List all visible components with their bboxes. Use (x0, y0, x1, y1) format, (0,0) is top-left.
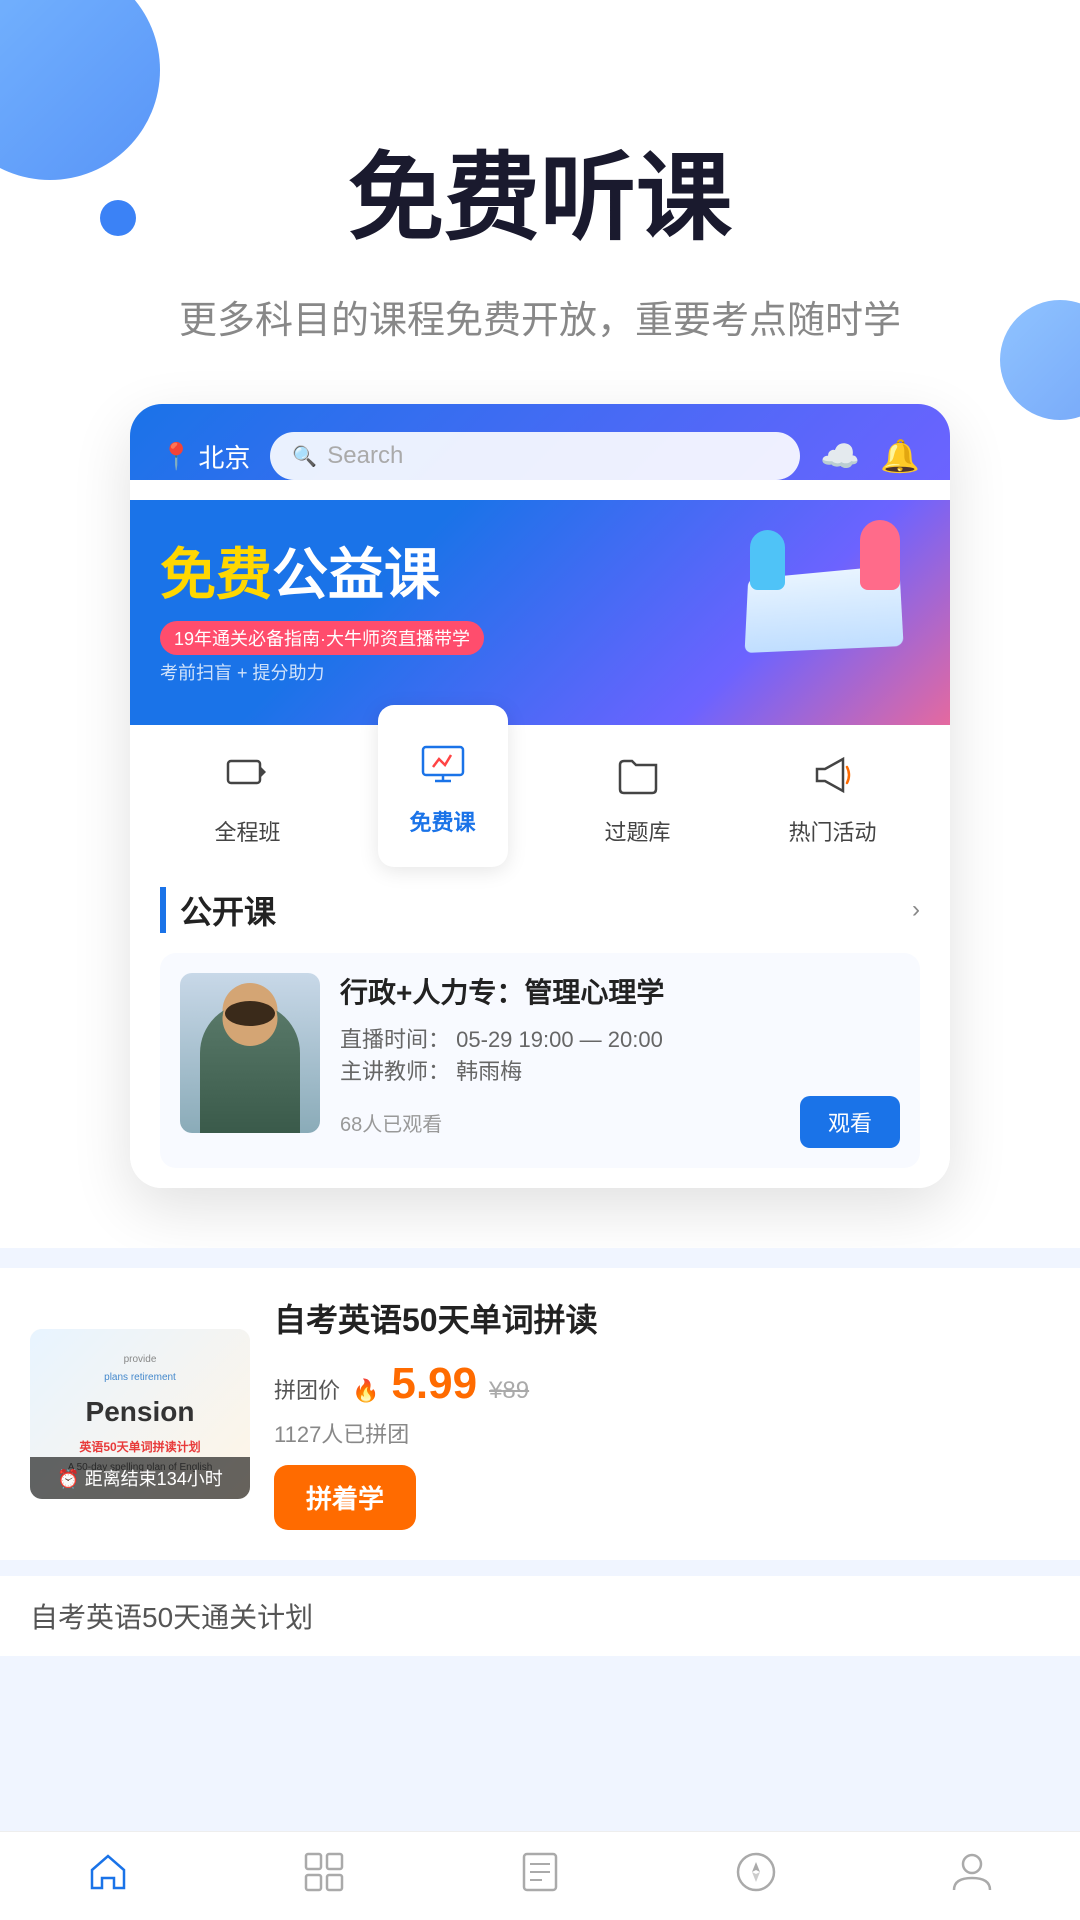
app-header-top: 📍 北京 🔍 Search ☁️ 🔔 (160, 432, 920, 480)
nav-icon-folder (602, 745, 674, 805)
preview-title: 自考英语50天通关计划 (30, 1596, 1050, 1636)
bell-icon[interactable]: 🔔 (880, 437, 920, 475)
banner-illustration (730, 510, 930, 670)
course-footer: 68人已观看 观看 (340, 1096, 900, 1148)
app-header-icons: ☁️ 🔔 (820, 437, 920, 475)
course-time: 直播时间： 05-29 19:00 — 20:00 (340, 1022, 900, 1054)
nav-label-freecourse: 免费课 (409, 805, 475, 837)
nav-item-questions[interactable]: 过题库 (573, 725, 703, 867)
course-info: 行政+人力专：管理心理学 直播时间： 05-29 19:00 — 20:00 主… (340, 973, 900, 1148)
bottom-nav-home[interactable] (84, 1848, 132, 1896)
timer-text: 距离结束134小时 (85, 1469, 223, 1489)
price-label: 拼团价 (274, 1373, 340, 1405)
group-timer: ⏰ 距离结束134小时 (30, 1457, 250, 1499)
banner-free-text: 免费 (160, 543, 272, 606)
section-header: 公开课 › (160, 887, 920, 933)
group-people-count: 1127人已拼团 (274, 1417, 1050, 1449)
group-price-row: 拼团价 🔥 5.99 ¥89 (274, 1359, 1050, 1409)
nav-item-activities[interactable]: 热门活动 (768, 725, 898, 867)
original-price: ¥89 (489, 1377, 529, 1405)
teacher-photo (180, 973, 320, 1133)
banner-tag: 19年通关必备指南·大牛师资直播带学 (160, 621, 484, 655)
group-course-image: provide plans retirement Pension 英语50天单词… (30, 1329, 250, 1499)
section-title: 公开课 (160, 887, 276, 933)
main-content: 免费听课 更多科目的课程免费开放，重要考点随时学 📍 北京 🔍 Search (0, 0, 1080, 1776)
book-icon (516, 1848, 564, 1896)
app-header: 📍 北京 🔍 Search ☁️ 🔔 (130, 404, 950, 480)
nav-label-fullcourse: 全程班 (214, 815, 280, 847)
quick-nav: 全程班 免费课 (130, 725, 950, 867)
course-card: 行政+人力专：管理心理学 直播时间： 05-29 19:00 — 20:00 主… (160, 953, 920, 1168)
location-pin-icon: 📍 (160, 441, 192, 472)
teacher-label: 主讲教师： (340, 1059, 450, 1084)
app-card: 📍 北京 🔍 Search ☁️ 🔔 (130, 404, 950, 1188)
compass-icon (732, 1848, 780, 1896)
group-price: 5.99 (391, 1359, 477, 1409)
nav-icon-megaphone (797, 745, 869, 805)
bottom-nav-me[interactable] (948, 1848, 996, 1896)
bottom-nav-study[interactable] (516, 1848, 564, 1896)
course-title-text: 行政+人力专：管理心理学 (340, 973, 900, 1012)
city-name: 北京 (198, 438, 250, 475)
search-icon: 🔍 (292, 444, 317, 469)
hero-section: 免费听课 更多科目的课程免费开放，重要考点随时学 📍 北京 🔍 Search (0, 0, 1080, 1248)
search-placeholder: Search (327, 442, 403, 470)
group-course-title: 自考英语50天单词拼读 (274, 1298, 1050, 1343)
group-section: provide plans retirement Pension 英语50天单词… (0, 1268, 1080, 1560)
open-course-section: 公开课 › (130, 867, 950, 1188)
watch-button[interactable]: 观看 (800, 1096, 900, 1148)
bottom-nav-courses[interactable] (300, 1848, 348, 1896)
app-card-wrapper: 📍 北京 🔍 Search ☁️ 🔔 (130, 404, 950, 1188)
viewers-count: 68人已观看 (340, 1108, 442, 1137)
word-sub: 英语50天单词拼读计划 (68, 1437, 213, 1459)
course-teacher: 主讲教师： 韩雨梅 (340, 1054, 900, 1086)
nav-icon-video (212, 745, 284, 805)
group-buy-button[interactable]: 拼着学 (274, 1465, 416, 1530)
nav-icon-monitor (407, 735, 479, 795)
search-bar[interactable]: 🔍 Search (270, 432, 800, 480)
broadcast-time: 05-29 19:00 — 20:00 (456, 1027, 663, 1052)
illus-figure1 (860, 520, 900, 590)
nav-item-fullcourse[interactable]: 全程班 (183, 725, 313, 867)
preview-section: 自考英语50天通关计划 (0, 1576, 1080, 1656)
broadcast-label: 直播时间： (340, 1027, 450, 1052)
price-fire-icon: 🔥 (352, 1378, 379, 1404)
nav-label-activities: 热门活动 (788, 815, 876, 847)
chat-icon[interactable]: ☁️ (820, 437, 860, 475)
bottom-nav-discover[interactable] (732, 1848, 780, 1896)
user-icon (948, 1848, 996, 1896)
word-main: Pension (68, 1387, 213, 1437)
home-icon (84, 1848, 132, 1896)
illus-figure2 (750, 530, 785, 590)
more-chevron-icon: › (912, 896, 920, 924)
group-img-inner: provide plans retirement Pension 英语50天单词… (30, 1329, 250, 1499)
nav-item-freecourse[interactable]: 免费课 (378, 705, 508, 867)
section-more[interactable]: › (912, 896, 920, 924)
banner-title-rest: 公益课 (272, 543, 440, 606)
teacher-name: 韩雨梅 (456, 1059, 522, 1084)
bottom-nav (0, 1831, 1080, 1920)
hero-subtitle: 更多科目的课程免费开放，重要考点随时学 (60, 289, 1020, 344)
location-label: 📍 北京 (160, 438, 250, 475)
nav-label-questions: 过题库 (604, 815, 670, 847)
hero-title: 免费听课 (60, 120, 1020, 259)
grid-icon (300, 1848, 348, 1896)
group-info: 自考英语50天单词拼读 拼团价 🔥 5.99 ¥89 1127人已拼团 拼着学 (274, 1298, 1050, 1530)
